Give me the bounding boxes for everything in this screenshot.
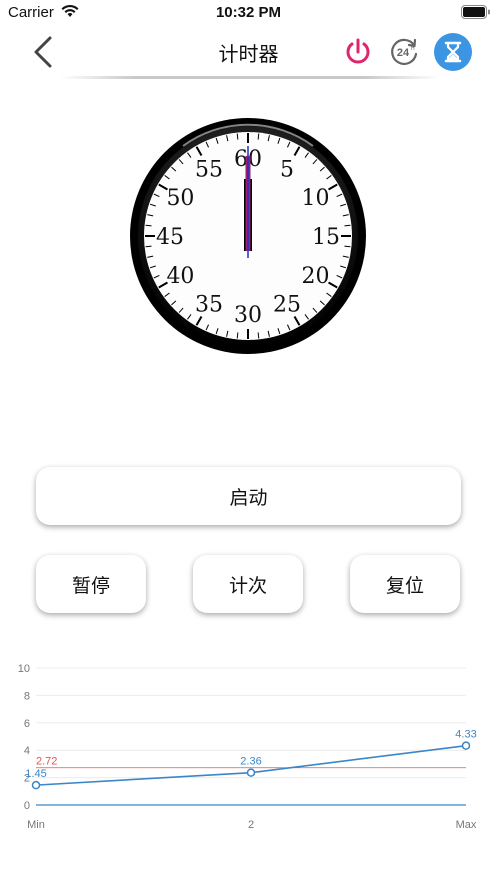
x-tick-label: Max xyxy=(456,819,477,831)
dial-tick xyxy=(257,133,260,140)
reference-line-label: 2.72 xyxy=(36,756,57,768)
dial-number: 30 xyxy=(234,303,262,328)
dial-number: 20 xyxy=(302,264,330,289)
data-label: 2.36 xyxy=(240,756,261,768)
svg-text:H: H xyxy=(411,46,415,52)
dial-number: 45 xyxy=(156,225,184,250)
clock-time: 10:32 PM xyxy=(215,4,282,21)
dial-number: 40 xyxy=(166,264,194,289)
lap-button[interactable]: 计次 xyxy=(193,555,303,613)
data-point xyxy=(31,780,41,790)
dial-number: 15 xyxy=(312,225,340,250)
lap-chart: 0246810Min 2 Max2.721.452.364.33 xyxy=(18,663,477,831)
dial-tick xyxy=(145,224,152,227)
pause-button[interactable]: 暂停 xyxy=(36,555,146,613)
y-tick-label: 8 xyxy=(24,690,30,702)
dial-number: 5 xyxy=(280,157,294,182)
h24-label: 24 xyxy=(397,47,410,59)
power-icon[interactable] xyxy=(344,37,372,67)
y-tick-label: 0 xyxy=(24,800,30,812)
data-point xyxy=(461,741,471,750)
navigation-bar: 计时器 24 H xyxy=(0,26,497,78)
data-label: 4.33 xyxy=(455,729,476,741)
start-button[interactable]: 启动 xyxy=(36,467,461,525)
dial-tick xyxy=(257,332,260,339)
y-tick-label: 10 xyxy=(18,663,30,675)
dial-number: 25 xyxy=(273,293,301,318)
dial-number: 10 xyxy=(302,186,330,211)
dial-tick xyxy=(145,245,152,248)
status-bar: Carrier 10:32 PM xyxy=(0,0,497,26)
nav-divider xyxy=(60,76,440,79)
data-label: 1.45 xyxy=(25,768,46,780)
dial-number: 55 xyxy=(195,157,223,182)
stopwatch-dial: 60510152025303540455055 xyxy=(130,118,366,354)
hourglass-icon xyxy=(444,41,462,63)
history-24h-icon[interactable]: 24 H xyxy=(388,36,420,68)
x-tick-label: 2 xyxy=(248,819,254,831)
timer-mode-button[interactable] xyxy=(434,33,472,71)
reset-button[interactable]: 复位 xyxy=(350,555,460,613)
dial-tick xyxy=(236,332,239,339)
dial-tick xyxy=(236,133,239,140)
dial-number: 50 xyxy=(166,186,194,211)
y-tick-label: 4 xyxy=(24,745,30,757)
page-title: 计时器 xyxy=(218,42,279,66)
y-tick-label: 6 xyxy=(24,718,30,730)
dial-tick xyxy=(344,224,351,227)
dial-tick xyxy=(344,245,351,248)
battery-icon xyxy=(461,5,490,19)
data-point xyxy=(246,768,256,777)
x-tick-label: Min xyxy=(27,819,45,831)
dial-number: 35 xyxy=(195,293,223,318)
